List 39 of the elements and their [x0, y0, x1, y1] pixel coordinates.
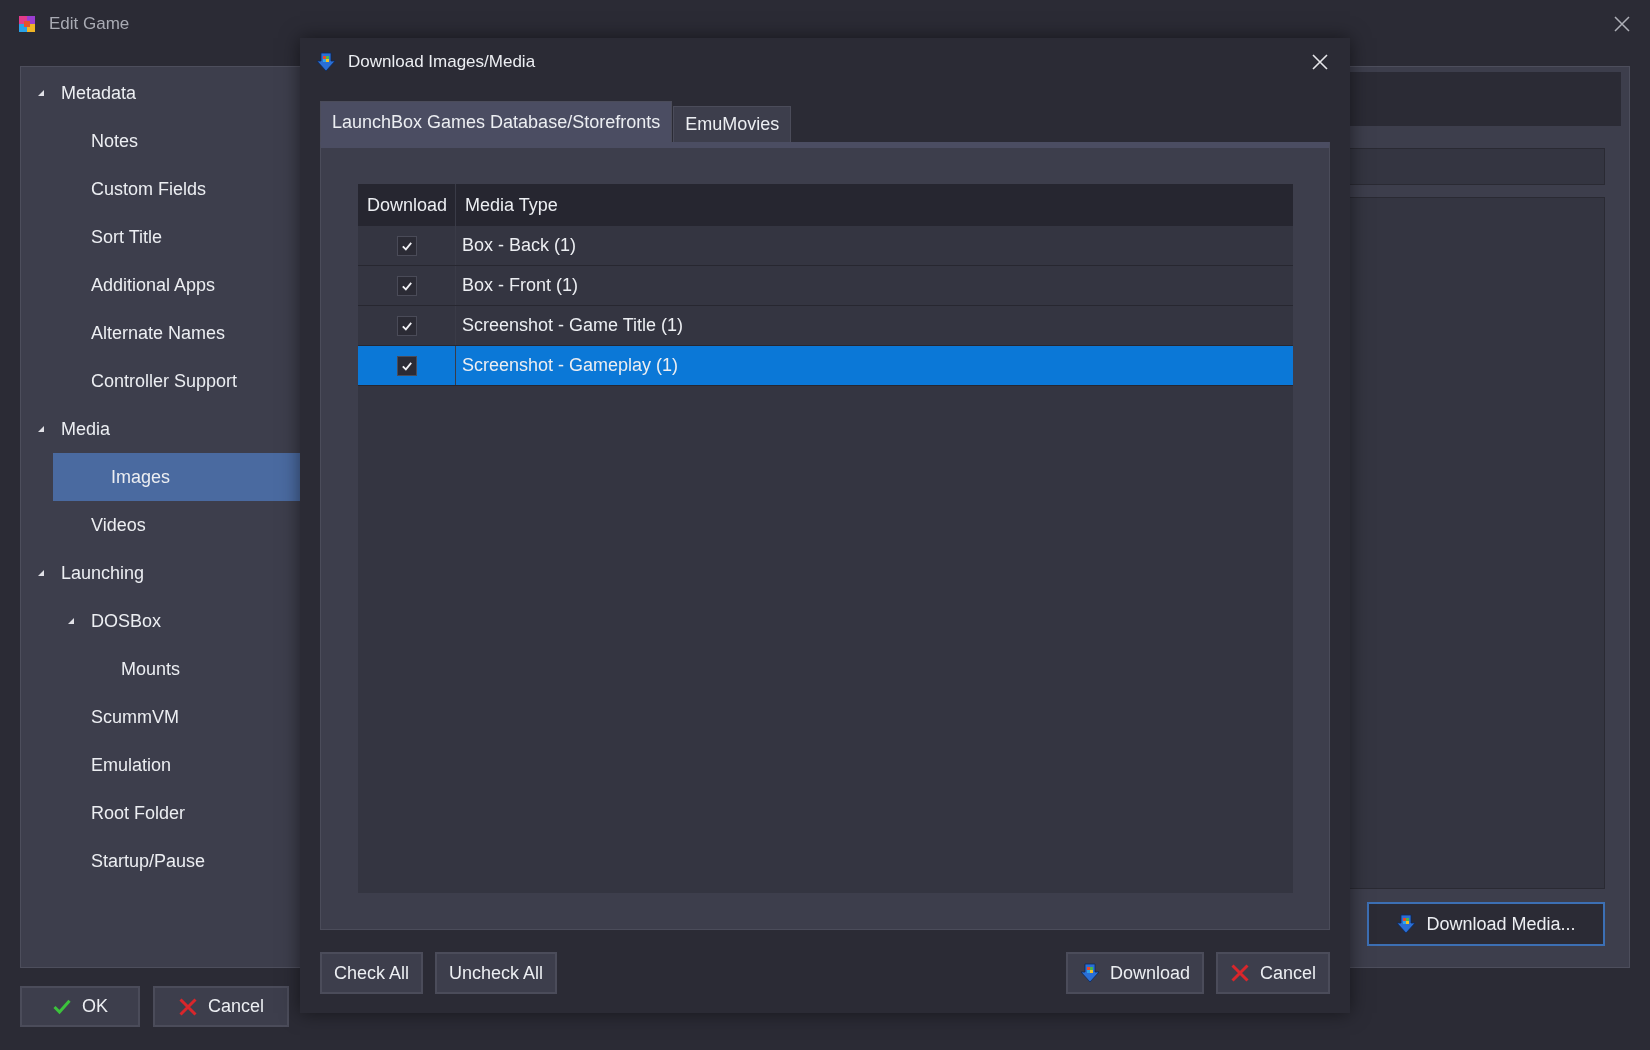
footer-button[interactable]: OK: [20, 986, 140, 1027]
tree-item[interactable]: Metadata: [21, 69, 319, 117]
table-cell-text: Screenshot - Game Title (1): [461, 314, 685, 337]
expand-arrow-icon[interactable]: [37, 89, 45, 97]
table-cell-text: Box - Front (1): [461, 274, 580, 297]
table-row[interactable]: Screenshot - Gameplay (1): [358, 346, 1293, 386]
download-arrow-icon: [1396, 914, 1417, 934]
table-row[interactable]: Box - Front (1): [358, 266, 1293, 306]
download-media-button[interactable]: Download Media...: [1367, 902, 1605, 946]
dialog-button[interactable]: Check All: [320, 952, 424, 994]
tree-item[interactable]: Media: [21, 405, 319, 453]
checkbox[interactable]: [396, 275, 417, 296]
close-icon[interactable]: [1614, 16, 1630, 32]
tree-item[interactable]: DOSBox: [21, 597, 319, 645]
download-arrow-icon: [1079, 963, 1100, 983]
tree-item[interactable]: Launching: [21, 549, 319, 597]
table-cell-text: Box - Back (1): [461, 234, 578, 257]
expand-arrow-icon[interactable]: [67, 617, 75, 625]
download-arrow-icon: [316, 52, 336, 72]
checkbox[interactable]: [396, 315, 417, 336]
expand-arrow-icon[interactable]: [37, 425, 45, 433]
footer-button[interactable]: Cancel: [153, 986, 289, 1027]
column-header[interactable]: Media Type: [456, 184, 1293, 226]
table-cell-text: Screenshot - Gameplay (1): [461, 354, 680, 377]
cross-icon: [1229, 963, 1250, 983]
checkbox[interactable]: [396, 355, 417, 376]
dialog-title: Download Images/Media: [348, 52, 536, 72]
dialog-button[interactable]: Cancel: [1215, 952, 1330, 994]
dialog-button[interactable]: Uncheck All: [435, 952, 558, 994]
column-header[interactable]: Download: [358, 184, 456, 226]
dialog-button[interactable]: Download: [1065, 952, 1204, 994]
checkbox[interactable]: [396, 235, 417, 256]
tab[interactable]: LaunchBox Games Database/Storefronts: [320, 101, 673, 142]
table-row[interactable]: Box - Back (1): [358, 226, 1293, 266]
tab[interactable]: EmuMovies: [673, 106, 792, 142]
cube-icon: [17, 14, 37, 34]
cross-icon: [178, 996, 198, 1017]
window-title: Edit Game: [49, 14, 130, 34]
expand-arrow-icon[interactable]: [37, 569, 45, 577]
